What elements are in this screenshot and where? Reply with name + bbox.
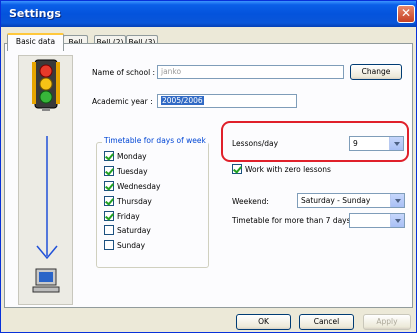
change-button[interactable]: Change bbox=[350, 64, 402, 80]
thursday-checkbox[interactable] bbox=[104, 196, 114, 206]
tuesday-label: Tuesday bbox=[117, 167, 148, 176]
school-name-label: Name of school : bbox=[92, 68, 156, 77]
sunday-checkbox[interactable] bbox=[104, 240, 114, 250]
zero-lessons-checkbox[interactable] bbox=[232, 164, 242, 174]
wednesday-checkbox[interactable] bbox=[104, 181, 114, 191]
thursday-label: Thursday bbox=[117, 197, 152, 206]
saturday-checkbox[interactable] bbox=[104, 225, 114, 235]
chevron-down-icon[interactable] bbox=[390, 194, 404, 207]
academic-year-label: Academic year : bbox=[92, 97, 153, 106]
cancel-button[interactable]: Cancel bbox=[299, 314, 354, 330]
side-illustration bbox=[18, 55, 73, 305]
monday-checkbox[interactable] bbox=[104, 151, 114, 161]
lessons-highlight bbox=[221, 121, 409, 162]
school-name-field[interactable]: janko bbox=[157, 65, 344, 79]
academic-year-field[interactable]: 2005/2006 bbox=[157, 94, 297, 108]
tuesday-checkbox[interactable] bbox=[104, 166, 114, 176]
weekend-select[interactable]: Saturday - Sunday bbox=[297, 193, 405, 208]
close-icon: ✕ bbox=[400, 6, 412, 20]
friday-label: Friday bbox=[117, 212, 140, 221]
wednesday-label: Wednesday bbox=[117, 182, 161, 191]
zero-lessons-label: Work with zero lessons bbox=[245, 165, 331, 174]
timetable-more-label: Timetable for more than 7 days bbox=[232, 216, 351, 225]
monday-label: Monday bbox=[117, 152, 147, 161]
tab-basic-data[interactable]: Basic data bbox=[7, 33, 64, 51]
chevron-down-icon[interactable] bbox=[390, 214, 404, 227]
weekend-value: Saturday - Sunday bbox=[301, 196, 371, 205]
close-button[interactable]: ✕ bbox=[397, 5, 415, 23]
apply-button[interactable]: Apply bbox=[363, 314, 411, 330]
sunday-label: Sunday bbox=[117, 241, 146, 250]
timetable-days-title: Timetable for days of week bbox=[102, 136, 208, 145]
academic-year-value: 2005/2006 bbox=[161, 96, 204, 105]
ok-button[interactable]: OK bbox=[236, 314, 291, 330]
weekend-label: Weekend: bbox=[232, 197, 269, 206]
timetable-more-select[interactable] bbox=[349, 213, 405, 228]
window-title: Settings bbox=[9, 7, 61, 20]
friday-checkbox[interactable] bbox=[104, 211, 114, 221]
computer-icon bbox=[32, 268, 60, 293]
title-bar[interactable]: Settings ✕ bbox=[1, 1, 416, 27]
saturday-label: Saturday bbox=[117, 226, 151, 235]
